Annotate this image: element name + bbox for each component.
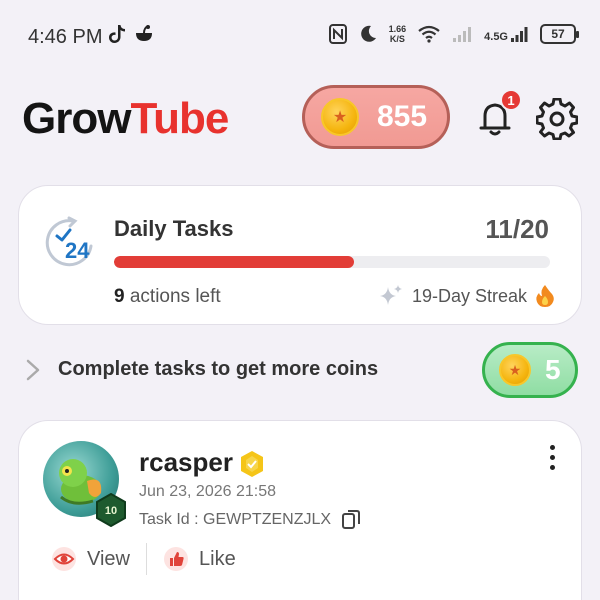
daily-tasks-card[interactable]: 24 Daily Tasks 11/20 9 actions left 19-D… [18, 185, 582, 325]
streak-info: 19-Day Streak [378, 284, 555, 308]
fire-icon [536, 285, 554, 307]
app-notification-icon [136, 25, 152, 41]
wifi-icon [418, 25, 440, 43]
actions-left: 9 actions left [114, 286, 221, 307]
divider [146, 543, 147, 575]
status-bar: 4:46 PM 1.66 K/S 4.5G 57 [0, 0, 600, 70]
battery-indicator: 57 [540, 24, 579, 44]
verified-badge-icon [241, 451, 263, 477]
app-logo: GrowTube [22, 94, 229, 143]
username[interactable]: rcasper [139, 447, 233, 478]
view-label: View [87, 547, 130, 570]
dot-icon [550, 445, 555, 450]
task-id-text: Task Id : GEWPTZENZJLX [139, 511, 332, 528]
complete-tasks-text: Complete tasks to get more coins [58, 358, 379, 380]
copy-icon[interactable] [341, 509, 361, 531]
daily-tasks-progress [114, 256, 550, 268]
complete-tasks-banner[interactable]: Complete tasks to get more coins ★ 5 [0, 342, 600, 398]
coin-balance: 855 [377, 100, 428, 133]
sparkle-icon [379, 285, 402, 305]
reward-value: 5 [545, 354, 561, 385]
chevron-right-icon [26, 359, 40, 381]
tiktok-icon [109, 25, 125, 43]
network-speed: 1.66 K/S [388, 24, 407, 44]
post-date: Jun 23, 2026 21:58 [139, 483, 277, 500]
nfc-icon [328, 24, 347, 44]
signal-weak-icon [453, 27, 472, 42]
gear-icon [535, 97, 579, 141]
app-header: GrowTube ★ 855 1 [0, 80, 600, 155]
svg-text:10: 10 [105, 505, 117, 517]
view-button[interactable]: View [51, 546, 130, 572]
level-badge-icon: 10 [96, 493, 126, 527]
daily-tasks-title: Daily Tasks [114, 216, 234, 241]
do-not-disturb-moon-icon [360, 25, 376, 42]
status-time: 4:46 PM [28, 26, 103, 48]
notifications-button[interactable]: 1 [472, 89, 522, 141]
dot-icon [550, 455, 555, 460]
task-id: Task Id : GEWPTZENZJLX [139, 509, 361, 531]
notification-badge: 1 [500, 89, 522, 111]
network-type: 4.5G [484, 31, 508, 43]
settings-button[interactable] [535, 97, 579, 141]
progress-fill [114, 256, 354, 268]
signal-strong-icon [511, 27, 528, 42]
more-options-button[interactable] [550, 445, 555, 470]
daily-tasks-count: 11/20 [485, 214, 549, 244]
thumbs-up-icon [164, 547, 188, 571]
task-post-card[interactable]: 10 rcasper Jun 23, 2026 21:58 Task Id : … [18, 420, 582, 600]
coin-icon: ★ [321, 98, 359, 136]
streak-label: 19-Day Streak [411, 285, 527, 306]
like-label: Like [199, 547, 236, 570]
coin-icon: ★ [499, 354, 531, 386]
eye-icon [52, 547, 76, 571]
clock-24-icon: 24 [39, 216, 99, 270]
like-button[interactable]: Like [163, 546, 236, 572]
reward-pill[interactable]: ★ 5 [482, 342, 578, 398]
coin-balance-pill[interactable]: ★ 855 [302, 85, 450, 149]
dot-icon [550, 465, 555, 470]
post-actions: View Like [51, 543, 236, 575]
